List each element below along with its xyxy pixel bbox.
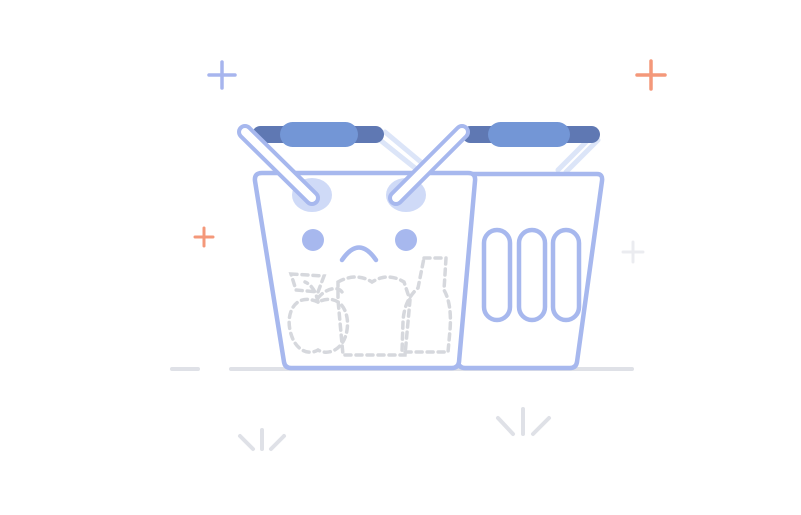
basket-handle-right [462, 122, 600, 147]
basket-handle-left [252, 122, 384, 147]
grass-tuft-icon [238, 428, 286, 451]
left-eye [302, 229, 324, 251]
sparkle-icon [621, 240, 645, 264]
sparkle-icon [207, 60, 237, 90]
empty-basket-scene [0, 0, 801, 515]
grass-tuft-icon [496, 407, 551, 436]
sparkle-icon [635, 59, 667, 91]
empty-basket-illustration [170, 59, 667, 451]
right-eye [395, 229, 417, 251]
basket-front [252, 170, 478, 371]
sparkle-icon [193, 226, 215, 248]
basket-back [452, 171, 605, 371]
